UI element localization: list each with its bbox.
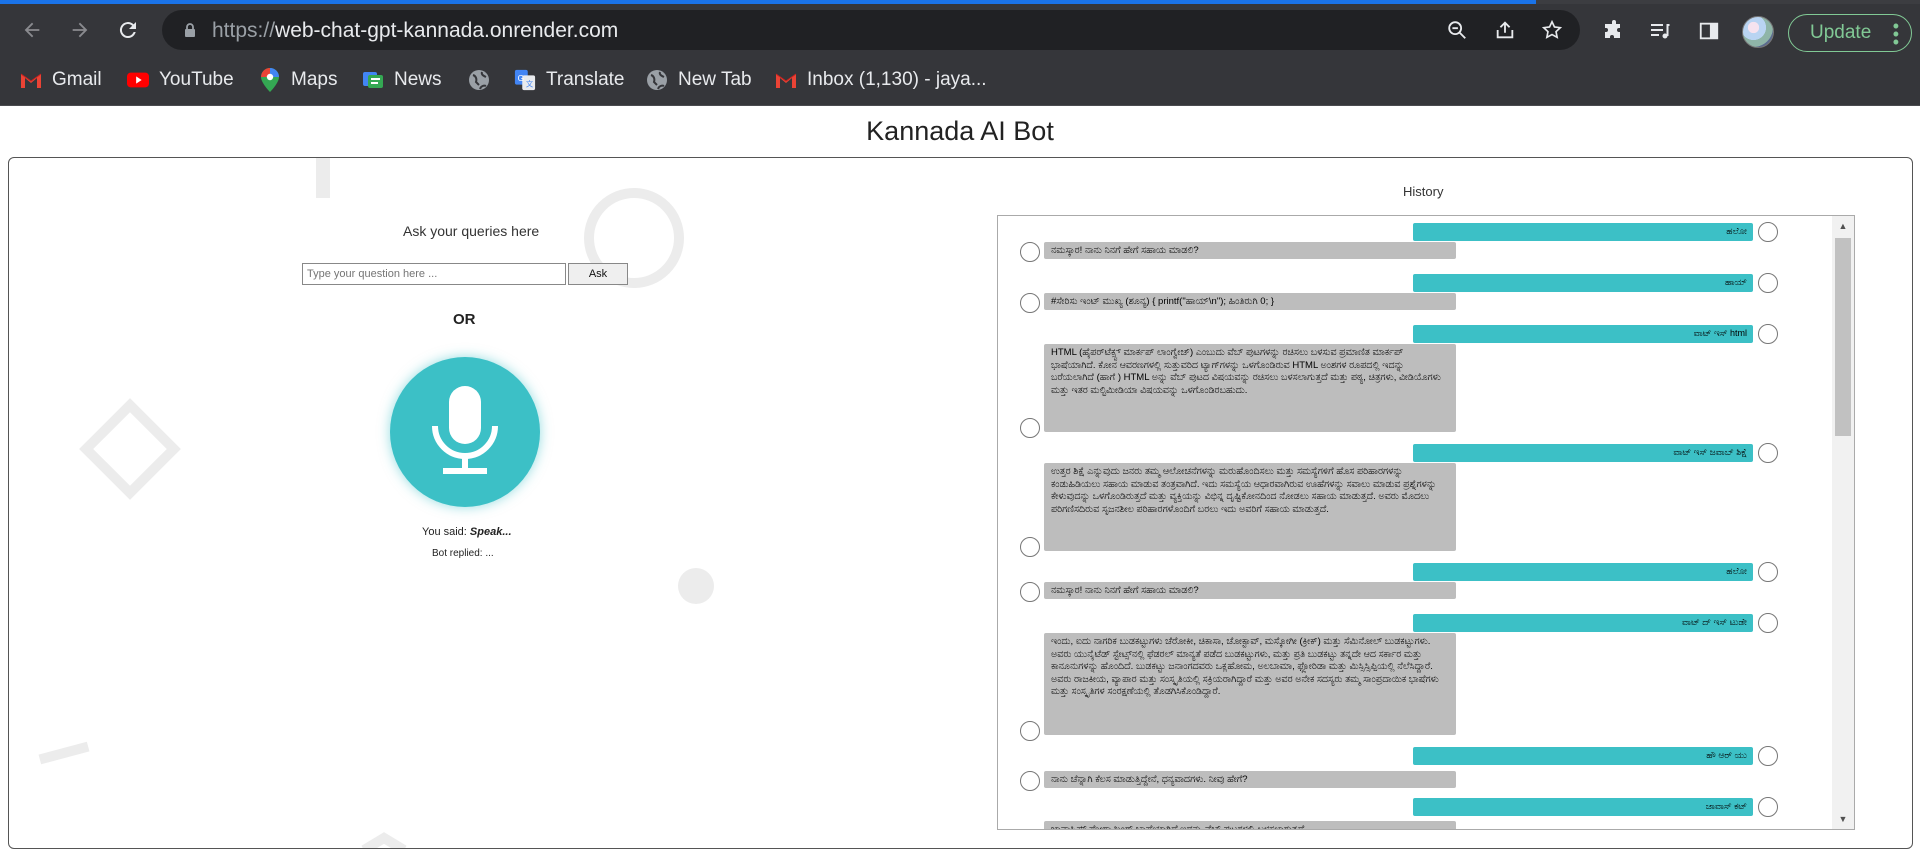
bookmark-label: Maps [291,69,338,90]
bookmark-new-tab[interactable]: New Tab [646,66,752,94]
bot-message: ನಮಸ್ಕಾರ! ನಾನು ನಿನಗೆ ಹೇಗೆ ಸಹಾಯ ಮಾಡಲಿ? [1044,242,1456,259]
user-message: ಜಾವಾಸ್ ಕಟ್ [1413,798,1753,816]
bookmark-label: New Tab [678,69,752,90]
history-title: History [1403,184,1444,199]
profile-avatar[interactable] [1742,16,1774,48]
ask-title: Ask your queries here [403,223,540,239]
bookmark-label: Translate [546,69,625,90]
maps-icon [259,68,281,92]
news-icon [362,69,384,91]
url-scheme: https:// [212,19,276,42]
url-text[interactable]: https://web-chat-gpt-kannada.onrender.co… [212,19,618,43]
microphone-button[interactable] [390,357,540,507]
user-avatar [1758,324,1778,344]
user-message: ವಾಟ್ ದ್ ಇಸ್ ಟುಡೇ [1413,614,1753,632]
user-avatar [1758,797,1778,817]
share-icon[interactable] [1493,18,1517,42]
scrollbar-thumb[interactable] [1835,238,1851,436]
you-said-value: Speak... [469,526,512,538]
globe-icon [468,69,490,91]
gmail-icon [775,69,797,91]
user-avatar [1758,746,1778,766]
history-panel[interactable]: ಹಲೋ ನಮಸ್ಕಾರ! ನಾನು ನಿನಗೆ ಹೇಗೆ ಸಹಾಯ ಮಾಡಲಿ?… [997,215,1855,830]
bot-avatar [1020,418,1040,438]
browser-chrome: https://web-chat-gpt-kannada.onrender.co… [0,0,1920,106]
bot-message: ನಾನು ಚೆನ್ನಾಗಿ ಕೆಲಸ ಮಾಡುತ್ತಿದ್ದೇನೆ, ಧನ್ಯವ… [1044,771,1456,788]
page-title: Kannada AI Bot [866,116,1054,146]
you-said-line: You said: Speak... [422,526,512,538]
bookmark-translate[interactable]: G文 Translate [514,66,625,94]
user-message: ಹೌ ಆರ್ ಯು [1413,747,1753,765]
back-icon[interactable] [16,14,48,46]
browser-toolbar: https://web-chat-gpt-kannada.onrender.co… [0,4,1920,56]
url-host: web-chat-gpt-kannada.onrender.com [275,19,619,42]
bookmark-label: YouTube [159,69,234,90]
bot-avatar [1020,721,1040,741]
scroll-down-icon[interactable]: ▼ [1832,809,1854,829]
bot-message: ಇಂದು, ಐದು ನಾಗರಿಕ ಬುಡಕಟ್ಟುಗಳು ಚೆರೋಕೀ, ಚಿಕ… [1044,633,1456,735]
bookmarks-bar: Gmail YouTube Maps News G 文 Translate Ne… [0,56,1920,106]
scroll-up-icon[interactable]: ▲ [1832,216,1854,236]
user-avatar [1758,613,1778,633]
user-avatar [1758,443,1778,463]
translate-icon: G文 [514,69,536,91]
bookmark-news[interactable]: News [362,66,442,94]
bot-avatar [1020,293,1040,313]
user-message: ಹಲೋ [1413,223,1753,241]
svg-text:G: G [518,74,524,83]
bot-message: ಉತ್ತರ ಶಿಕ್ಷೆ ಎನ್ನುವುದು ಜನರು ತಮ್ಮ ಆಲೋಚನೆಗ… [1044,463,1456,551]
forward-icon[interactable] [64,14,96,46]
bot-message: ನಮಸ್ಕಾರ! ನಾನು ನಿನಗೆ ಹೇಗೆ ಸಹಾಯ ಮಾಡಲಿ? [1044,582,1456,599]
user-avatar [1758,562,1778,582]
update-label: Update [1810,22,1872,43]
bot-message: ಜಾವಾಸ್ಕ್ರಿಪ್ಟ್ ಪ್ರೋಗ್ರಾಮಿಂಗ್ ಭಾಷೆಯಾಗಿದೆ … [1044,821,1456,829]
bookmark-youtube[interactable]: YouTube [127,66,234,94]
bot-message: HTML (ಹೈಪರ್‌ಟೆಕ್ಸ್ಟ್ ಮಾರ್ಕಪ್ ಲಾಂಗ್ವೇಜ್) … [1044,344,1456,432]
user-avatar [1758,222,1778,242]
bookmark-star-icon[interactable] [1540,18,1564,42]
bookmark-label: News [394,69,442,90]
microphone-icon [432,386,498,474]
address-bar[interactable]: https://web-chat-gpt-kannada.onrender.co… [162,10,1580,50]
bookmark-label: Gmail [52,69,102,90]
svg-text:文: 文 [526,79,534,88]
you-said-label: You said: [422,526,467,538]
user-message: ವಾಟ್ ಇಸ್ ಜವಾಬ್ ಶಿಕ್ಷೆ [1413,444,1753,462]
bot-replied-value: ... [485,548,494,559]
bot-avatar [1020,537,1040,557]
bookmark-label: Inbox (1,130) - jaya... [807,69,987,90]
update-button[interactable]: Update • • • [1788,14,1912,52]
bookmark-gmail[interactable]: Gmail [20,66,102,94]
app-frame: Ask your queries here Ask OR You said: S… [8,157,1913,849]
youtube-icon [127,69,149,91]
or-separator: OR [453,311,476,328]
extensions-icon[interactable] [1601,18,1627,44]
user-message: ವಾಟ್ ಇಸ್ html [1413,325,1753,343]
history-scrollbar[interactable]: ▲ ▼ [1832,216,1854,829]
user-message: ಹಲೋ [1413,563,1753,581]
bookmark-maps[interactable]: Maps [259,66,337,94]
media-queue-icon[interactable] [1647,18,1673,44]
bot-replied-label: Bot replied: [432,548,483,559]
bot-message: #ಸೇರಿಸು ಇಂಟ್ ಮುಖ್ಯ (ಶೂನ್ಯ) { printf("ಹಾಯ… [1044,293,1456,310]
bot-avatar [1020,582,1040,602]
lock-icon[interactable] [182,22,198,38]
gmail-icon [20,69,42,91]
side-panel-icon[interactable] [1696,18,1722,44]
globe-icon [646,69,668,91]
more-menu-icon[interactable]: • • • [1893,17,1899,51]
ask-button[interactable]: Ask [568,263,628,285]
bookmark-globe[interactable] [468,66,500,94]
question-input[interactable] [302,263,566,285]
bot-avatar [1020,242,1040,262]
reload-icon[interactable] [112,14,144,46]
bot-avatar [1020,771,1040,791]
bot-replied-line: Bot replied: ... [432,548,494,559]
user-message: ಹಾಯ್ [1413,274,1753,292]
zoom-icon[interactable] [1445,18,1469,42]
user-avatar [1758,273,1778,293]
bookmark-inbox[interactable]: Inbox (1,130) - jaya... [775,66,987,94]
